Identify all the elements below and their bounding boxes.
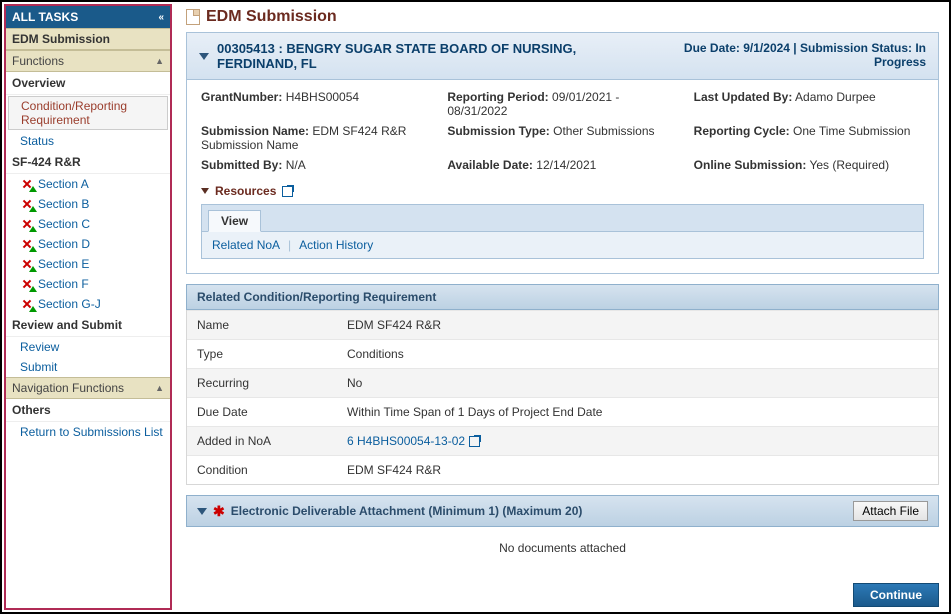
section-attachment-header: ✱ Electronic Deliverable Attachment (Min… [186,495,939,527]
status-x-icon [20,218,34,230]
nav-group-sf424: SF-424 R&R [6,151,170,174]
grant-details-panel: GrantNumber: H4BHS00054 Reporting Period… [186,80,939,274]
link-related-noa[interactable]: Related NoA [212,238,280,252]
nav-item-status[interactable]: Status [6,131,170,151]
condition-table: NameEDM SF424 R&R TypeConditions Recurri… [186,310,939,485]
collapse-icon: ▲ [155,383,164,393]
detail-online-submission: Online Submission: Yes (Required) [694,158,924,172]
link-action-history[interactable]: Action History [299,238,373,252]
continue-button[interactable]: Continue [853,583,939,607]
nav-item-section-e[interactable]: Section E [6,254,170,274]
detail-reporting-cycle: Reporting Cycle: One Time Submission [694,124,924,152]
divider: | [288,238,291,252]
detail-available-date: Available Date: 12/14/2021 [447,158,677,172]
table-row: ConditionEDM SF424 R&R [187,455,938,484]
collapse-icon: ▲ [155,56,164,66]
sidebar-content: Overview Condition/Reporting Requirement… [6,72,170,377]
page-title: EDM Submission [186,8,939,26]
resources-tab-body: Related NoA | Action History [201,231,924,259]
nav-item-review[interactable]: Review [6,337,170,357]
grant-header-status: Due Date: 9/1/2024 | Submission Status: … [648,41,926,69]
detail-grant-number: GrantNumber: H4BHS00054 [201,90,431,118]
sidebar-title: ALL TASKS [12,10,78,24]
sidebar-navfuncs-content: Others Return to Submissions List [6,399,170,442]
status-x-icon [20,198,34,210]
nav-item-condition-reporting[interactable]: Condition/Reporting Requirement [8,96,168,130]
grant-header-panel: 00305413 : BENGRY SUGAR STATE BOARD OF N… [186,32,939,80]
table-row: RecurringNo [187,368,938,397]
sidebar: ALL TASKS « EDM Submission Functions ▲ O… [4,4,172,610]
functions-label: Functions [12,54,64,68]
status-x-icon [20,278,34,290]
section-condition-header: Related Condition/Reporting Requirement [186,284,939,310]
tab-view[interactable]: View [208,210,261,232]
nav-item-section-gj[interactable]: Section G-J [6,294,170,314]
disclosure-triangle-icon[interactable] [199,53,209,60]
sidebar-section-navfuncs[interactable]: Navigation Functions ▲ [6,377,170,399]
no-documents-message: No documents attached [186,527,939,569]
nav-item-section-a[interactable]: Section A [6,174,170,194]
nav-item-section-d[interactable]: Section D [6,234,170,254]
detail-submission-type: Submission Type: Other Submissions [447,124,677,152]
sidebar-section-edm: EDM Submission [6,28,170,50]
disclosure-triangle-icon[interactable] [201,188,209,194]
nav-group-review-submit: Review and Submit [6,314,170,337]
sidebar-section-functions[interactable]: Functions ▲ [6,50,170,72]
resources-tabstrip: View [201,204,924,231]
grant-header-title: 00305413 : BENGRY SUGAR STATE BOARD OF N… [217,41,648,71]
detail-reporting-period: Reporting Period: 09/01/2021 - 08/31/202… [447,90,677,118]
app-frame: ALL TASKS « EDM Submission Functions ▲ O… [0,0,951,614]
main-content: EDM Submission 00305413 : BENGRY SUGAR S… [172,2,949,612]
status-x-icon [20,298,34,310]
nav-item-submit[interactable]: Submit [6,357,170,377]
document-icon [186,9,200,25]
status-x-icon [20,258,34,270]
status-x-icon [20,178,34,190]
disclosure-triangle-icon[interactable] [197,508,207,515]
navfuncs-label: Navigation Functions [12,381,124,395]
table-row: TypeConditions [187,339,938,368]
external-link-icon[interactable] [282,186,293,197]
detail-submitted-by: Submitted By: N/A [201,158,431,172]
nav-item-section-c[interactable]: Section C [6,214,170,234]
nav-group-overview: Overview [6,72,170,95]
table-row: Added in NoA6 H4BHS00054-13-02 [187,426,938,455]
detail-submission-name: Submission Name: EDM SF424 R&R Submissio… [201,124,431,152]
detail-last-updated: Last Updated By: Adamo Durpee [694,90,924,118]
table-row: NameEDM SF424 R&R [187,310,938,339]
sidebar-header: ALL TASKS « [6,6,170,28]
nav-group-others: Others [6,399,170,422]
status-x-icon [20,238,34,250]
external-link-icon [469,436,480,447]
table-row: Due DateWithin Time Span of 1 Days of Pr… [187,397,938,426]
link-noa[interactable]: 6 H4BHS00054-13-02 [347,434,480,448]
resources-header: Resources [201,184,924,198]
required-star-icon: ✱ [213,503,225,520]
nav-item-return[interactable]: Return to Submissions List [6,422,170,442]
collapse-sidebar-icon[interactable]: « [158,12,164,23]
nav-item-section-f[interactable]: Section F [6,274,170,294]
nav-item-section-b[interactable]: Section B [6,194,170,214]
attach-file-button[interactable]: Attach File [853,501,928,521]
